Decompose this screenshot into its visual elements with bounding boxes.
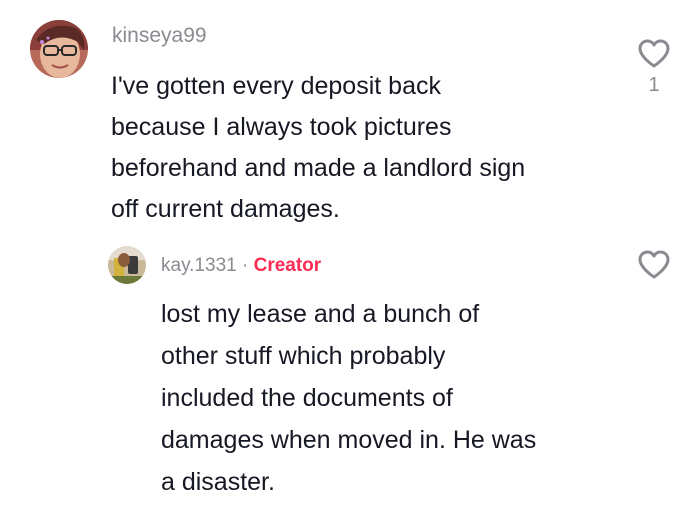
- user-avatar-photo-icon: [30, 20, 88, 78]
- comment-item: kinseya99 I've gotten every deposit back…: [0, 0, 700, 235]
- heart-icon[interactable]: [637, 249, 671, 280]
- avatar[interactable]: [108, 246, 146, 284]
- like-count: 1: [648, 74, 660, 96]
- comment-text: I've gotten every deposit back because I…: [111, 72, 526, 223]
- reply-header: kay.1331 · Creator: [161, 255, 321, 277]
- reply-username[interactable]: kay.1331: [161, 255, 237, 276]
- reply-item: kay.1331 · Creator lost my lease and a b…: [0, 235, 700, 507]
- reply-text: lost my lease and a bunch of other stuff…: [161, 300, 537, 496]
- separator-dot: ·: [241, 255, 249, 276]
- user-avatar-photo-icon: [108, 246, 146, 284]
- avatar[interactable]: [30, 20, 88, 78]
- comment-username[interactable]: kinseya99: [112, 24, 207, 48]
- heart-icon[interactable]: [637, 38, 671, 69]
- creator-badge: Creator: [253, 255, 322, 276]
